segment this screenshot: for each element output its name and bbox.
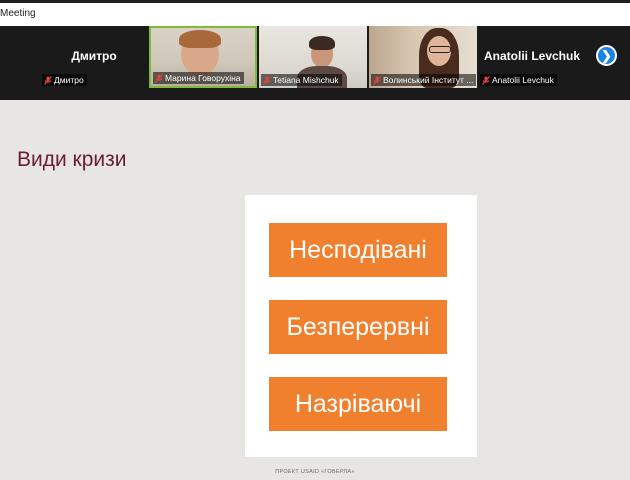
- participant-tile-dmytro[interactable]: Дмитро Дмитро: [40, 26, 148, 88]
- crisis-types-card: Несподівані Безперервні Назріваючі: [245, 195, 477, 457]
- participant-tile-anatolii[interactable]: Anatolii Levchuk Anatolii Levchuk: [478, 26, 586, 88]
- window-titlebar: Meeting: [0, 0, 630, 26]
- participant-tile-tetiana[interactable]: Tetiana Mishchuk: [259, 26, 367, 88]
- window-title: Meeting: [0, 8, 36, 19]
- participant-label: Дмитро: [42, 74, 87, 86]
- crisis-type-box: Безперервні: [269, 300, 447, 354]
- gallery-next-button[interactable]: ❯: [596, 45, 617, 66]
- participant-gallery: Дмитро Дмитро Марина Говорухіна Tetiana …: [0, 26, 630, 88]
- participant-name: Дмитро: [54, 75, 84, 85]
- crisis-type-box: Назріваючі: [269, 377, 447, 431]
- participant-label: Anatolii Levchuk: [480, 74, 557, 86]
- participant-name: Tetiana Mishchuk: [273, 75, 339, 85]
- participant-label: Волинський Інститут ...: [371, 74, 476, 86]
- crisis-type-box: Несподівані: [269, 223, 447, 277]
- slide-footer-note: ПРОЕКТ USAID «ГОВЕРЛА»: [275, 469, 355, 475]
- muted-mic-icon: [44, 75, 52, 85]
- muted-mic-icon: [263, 75, 271, 85]
- participant-name: Anatolii Levchuk: [492, 75, 554, 85]
- participant-big-name: Дмитро: [71, 49, 117, 63]
- shared-slide: Види кризи Несподівані Безперервні Назрі…: [0, 100, 630, 480]
- muted-mic-icon: [155, 73, 163, 83]
- participant-video-hair: [309, 36, 335, 50]
- chevron-right-icon: ❯: [601, 47, 612, 63]
- participant-big-name: Anatolii Levchuk: [483, 49, 581, 63]
- participant-video-glasses: [429, 46, 451, 53]
- participant-label: Марина Говорухіна: [153, 72, 244, 84]
- muted-mic-icon: [373, 75, 381, 85]
- muted-mic-icon: [482, 75, 490, 85]
- slide-title: Види кризи: [17, 148, 127, 171]
- participant-label: Tetiana Mishchuk: [261, 74, 342, 86]
- participant-video-hair: [179, 30, 221, 48]
- participant-name: Волинський Інститут ...: [383, 75, 474, 85]
- gallery-separator: [0, 88, 630, 100]
- participant-tile-volynskyi[interactable]: Волинський Інститут ...: [369, 26, 477, 88]
- participant-name: Марина Говорухіна: [165, 73, 241, 83]
- participant-tile-maryna[interactable]: Марина Говорухіна: [149, 26, 257, 88]
